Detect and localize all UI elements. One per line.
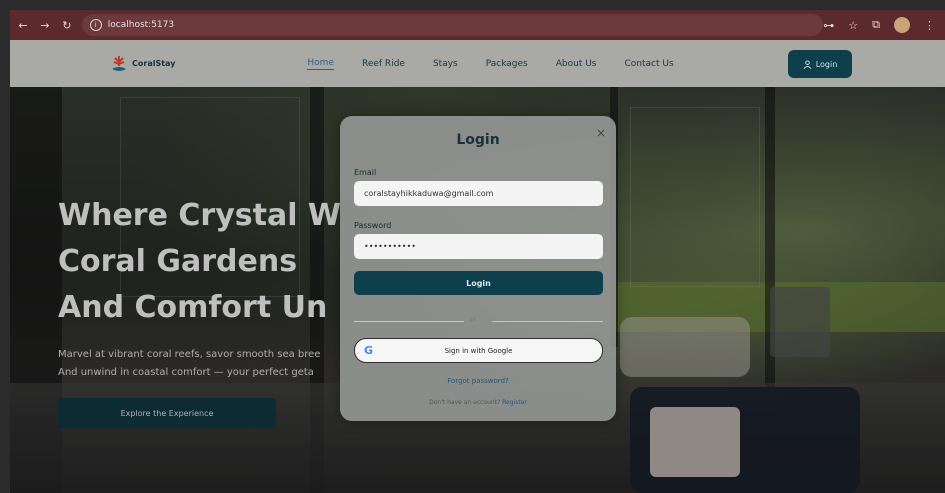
brand-name: CoralStay	[132, 59, 176, 68]
address-bar[interactable]: i localhost:5173	[81, 14, 824, 36]
profile-avatar[interactable]	[894, 17, 911, 33]
password-key-icon[interactable]: ⊶	[823, 19, 834, 32]
tab-search-icon[interactable]: ⧉	[872, 18, 880, 32]
coral-logo-icon	[112, 55, 126, 71]
modal-title: Login	[456, 132, 500, 148]
nav-stays[interactable]: Stays	[433, 59, 458, 69]
nav-home[interactable]: Home	[307, 58, 334, 70]
browser-tools: ⊶ ☆ ⧉ ⋮	[823, 17, 935, 33]
forgot-password-link[interactable]: Forgot password?	[340, 377, 616, 385]
google-signin-label: Sign in with Google	[444, 346, 513, 355]
nav-contact-us[interactable]: Contact Us	[624, 59, 673, 69]
brand-logo[interactable]: CoralStay	[110, 54, 175, 74]
password-field[interactable]	[354, 234, 603, 259]
login-modal: Login × Email Password Login or G Sign i…	[340, 116, 616, 421]
divider-right	[492, 321, 603, 322]
or-text: or	[470, 316, 477, 323]
url-text: localhost:5173	[107, 20, 175, 30]
browser-toolbar: ← → ↻ i localhost:5173 ⊶ ☆ ⧉ ⋮	[10, 10, 945, 40]
header-login-label: Login	[815, 59, 838, 69]
header-login-button[interactable]: Login	[788, 50, 852, 78]
bookmark-star-icon[interactable]: ☆	[848, 19, 858, 32]
email-field[interactable]	[354, 181, 603, 206]
main-nav: Home Reef Ride Stays Packages About Us C…	[307, 58, 701, 70]
google-signin-button[interactable]: G Sign in with Google	[354, 338, 603, 363]
password-label: Password	[354, 221, 392, 230]
nav-packages[interactable]: Packages	[486, 59, 528, 69]
reload-icon[interactable]: ↻	[58, 16, 76, 34]
site-header: CoralStay Home Reef Ride Stays Packages …	[10, 40, 945, 87]
login-submit-button[interactable]: Login	[354, 271, 603, 295]
register-prompt: Don't have an account? Register	[340, 399, 616, 406]
google-icon: G	[364, 344, 374, 357]
nav-about-us[interactable]: About Us	[556, 59, 597, 69]
close-icon[interactable]: ×	[596, 126, 606, 140]
divider-left	[354, 321, 464, 322]
no-account-text: Don't have an account?	[429, 399, 501, 406]
email-label: Email	[354, 168, 377, 177]
user-icon	[803, 59, 812, 69]
browser-menu-icon[interactable]: ⋮	[924, 19, 935, 32]
back-icon[interactable]: ←	[14, 16, 32, 34]
site-info-icon[interactable]: i	[89, 19, 102, 31]
screen: ← → ↻ i localhost:5173 ⊶ ☆ ⧉ ⋮ CoralStay…	[0, 0, 945, 493]
nav-reef-ride[interactable]: Reef Ride	[362, 59, 405, 69]
register-link[interactable]: Register	[502, 399, 527, 406]
forward-icon[interactable]: →	[36, 16, 54, 34]
